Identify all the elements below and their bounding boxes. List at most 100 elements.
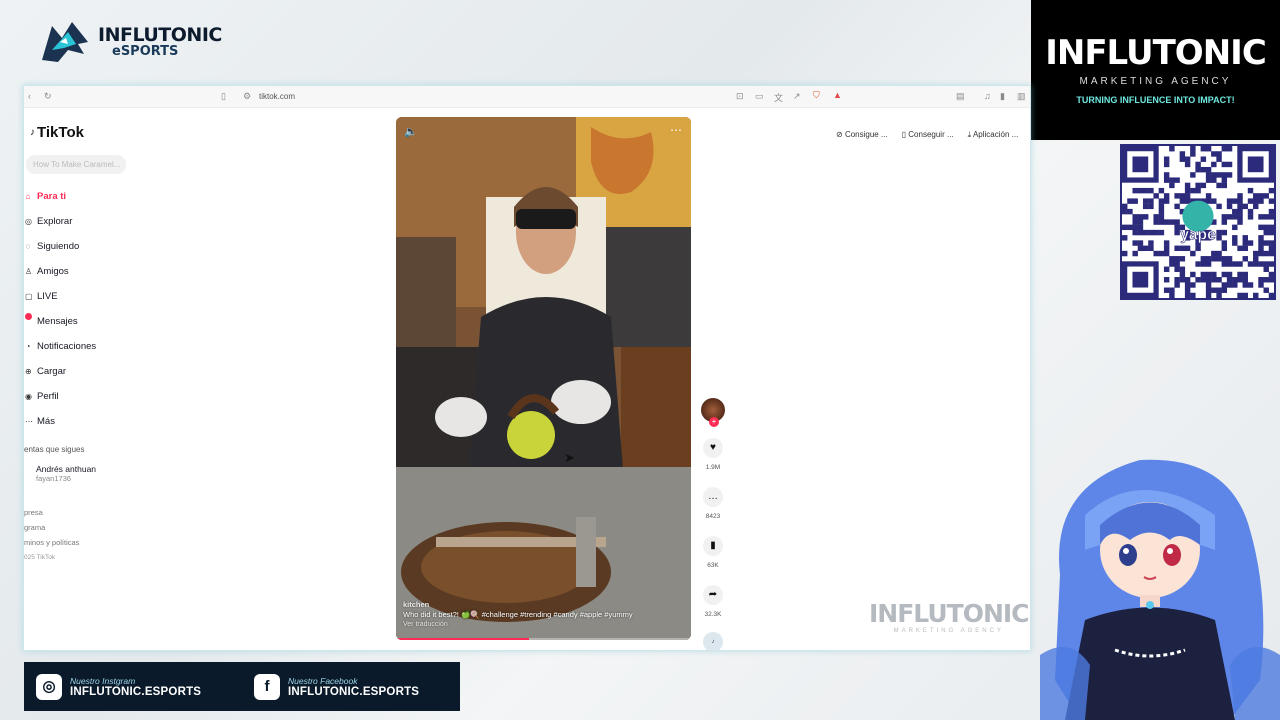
qr-module [1247, 240, 1254, 246]
sidebar-item-para-ti[interactable]: ⌂ Para ti [24, 184, 96, 209]
back-icon[interactable]: ‹ [28, 91, 31, 101]
tiktok-note-icon: ♪ [30, 127, 35, 138]
qr-module [1127, 224, 1133, 231]
video-author[interactable]: kitchen [403, 600, 683, 610]
more-options-icon[interactable]: ⋯ [670, 123, 683, 137]
bookmark-icon[interactable]: ▮ [703, 536, 723, 556]
footer-link[interactable]: presa [24, 505, 79, 520]
site-settings-icon[interactable]: ⚙ [243, 91, 251, 102]
qr-module [1163, 172, 1170, 178]
qr-module [1226, 198, 1233, 204]
agency-subtitle: MARKETING AGENCY [1079, 76, 1232, 87]
sidebar-item-explorar[interactable]: ◎ Explorar [24, 209, 96, 234]
sidebar-item-perfil[interactable]: ◉ Perfil [24, 384, 96, 409]
qr-module [1258, 277, 1264, 283]
share-icon[interactable]: ↗ [793, 91, 801, 102]
qr-module [1169, 146, 1175, 152]
translate-link[interactable]: Ver traducción [403, 620, 683, 630]
instagram-link[interactable]: ◎ Nuestro Instgram INFLUTONIC.ESPORTS [36, 673, 242, 700]
heart-icon[interactable]: ♥ [703, 438, 723, 458]
creator-avatar[interactable]: + [701, 398, 725, 427]
qr-module [1179, 151, 1186, 157]
qr-module [1221, 172, 1228, 178]
screenshot-icon[interactable]: ▭ [755, 91, 764, 102]
footer-link[interactable]: grama [24, 520, 79, 535]
qr-module [1163, 161, 1170, 168]
volume-icon[interactable]: 🔈 [404, 125, 418, 138]
qr-module [1174, 224, 1180, 231]
qr-module [1190, 187, 1196, 194]
qr-module [1242, 256, 1248, 262]
qr-module [1169, 219, 1175, 225]
qr-module [1211, 177, 1217, 183]
brave-shield-icon[interactable]: ⛉ [813, 90, 820, 101]
sidebar-item-amigos[interactable]: ♙ Amigos [24, 259, 96, 284]
tiktok-logo[interactable]: ♪ TikTok [30, 124, 84, 141]
qr-module [1184, 287, 1191, 293]
facebook-handle: INFLUTONIC.ESPORTS [288, 685, 420, 698]
sidebar-icon[interactable]: ▤ [956, 91, 965, 102]
qr-module [1268, 277, 1274, 283]
video-progress-bar[interactable] [396, 638, 691, 640]
sidebar-item-siguiendo[interactable]: ◌ Siguiendo [24, 234, 96, 259]
footer-link[interactable]: minos y políticas [24, 535, 79, 550]
qr-module [1184, 161, 1191, 168]
video-player[interactable]: 🔈 ⋯ kitchen Who did it best?! 🍏🍭 #challe… [396, 117, 691, 640]
qr-module [1221, 245, 1228, 252]
copyright: 025 TikTok [24, 554, 56, 561]
qr-module [1221, 256, 1228, 262]
sidebar-item-live[interactable]: ▢ LIVE [24, 284, 96, 309]
qr-module [1221, 240, 1228, 246]
qr-module [1221, 271, 1228, 278]
sidebar-item-label: Amigos [37, 266, 69, 277]
qr-module [1263, 224, 1269, 231]
music-disc-icon[interactable]: ♪ [703, 632, 723, 650]
share-action[interactable]: ➦ 32.3K [700, 585, 726, 618]
translate-icon[interactable]: 文 [774, 91, 783, 104]
qr-module [1258, 240, 1264, 246]
qr-module [1205, 292, 1212, 298]
qr-module [1216, 172, 1222, 178]
get-coins-button[interactable]: ⊘ Consigue ... [836, 130, 888, 140]
qr-module [1190, 282, 1196, 288]
qr-module [1263, 277, 1269, 283]
sidebar-item-mensajes[interactable]: Mensajes [24, 309, 96, 334]
save-action[interactable]: ▮ 63K [700, 536, 726, 569]
qr-module [1195, 277, 1201, 283]
qr-module [1169, 177, 1175, 183]
following-user-name[interactable]: Andrés anthuan [36, 464, 96, 474]
qr-module [1258, 245, 1264, 252]
qr-module [1268, 214, 1274, 220]
sidebar-item-cargar[interactable]: ⊕ Cargar [24, 359, 96, 384]
video-progress-fill [396, 638, 529, 640]
rewards-icon[interactable]: ▲ [833, 90, 842, 100]
sidebar-item-mas[interactable]: ⋯ Más [24, 409, 96, 434]
music-icon[interactable]: ♫ [984, 91, 991, 101]
qr-module [1163, 250, 1170, 257]
comment-action[interactable]: … 8423 [700, 487, 726, 520]
facebook-label: Nuestro Facebook [288, 675, 358, 686]
extensions-icon[interactable]: ▮ [1000, 91, 1005, 102]
menu-icon[interactable]: ▥ [1017, 91, 1026, 102]
bookmark-icon[interactable]: ▯ [221, 91, 226, 102]
share-arrow-icon[interactable]: ➦ [703, 585, 723, 605]
download-app-button[interactable]: ⤓ Aplicación ... [968, 130, 1019, 140]
get-app-button[interactable]: ▯ Conseguir ... [902, 130, 954, 140]
facebook-link[interactable]: f Nuestro Facebook INFLUTONIC.ESPORTS [254, 673, 460, 700]
qr-module [1232, 261, 1238, 267]
sidebar-nav: ⌂ Para ti ◎ Explorar ◌ Siguiendo ♙ Amigos ▢ L… [24, 184, 96, 434]
qr-module [1169, 261, 1175, 267]
qr-module [1211, 256, 1217, 262]
address-bar[interactable]: tiktok.com [259, 92, 295, 101]
comment-icon[interactable]: … [703, 487, 723, 507]
qr-module [1268, 245, 1274, 252]
search-input[interactable]: How To Make Caramel... [26, 155, 126, 174]
follow-plus-icon[interactable]: + [709, 417, 719, 427]
sidebar-item-notificaciones[interactable]: ◔ Notificaciones [24, 334, 97, 359]
qr-module [1226, 261, 1233, 267]
reader-icon[interactable]: ⊡ [736, 91, 744, 102]
reload-icon[interactable]: ↻ [44, 91, 52, 102]
qr-module [1268, 261, 1274, 267]
like-action[interactable]: ♥ 1.9M [700, 438, 726, 471]
following-user-handle[interactable]: fayan1736 [36, 474, 96, 483]
